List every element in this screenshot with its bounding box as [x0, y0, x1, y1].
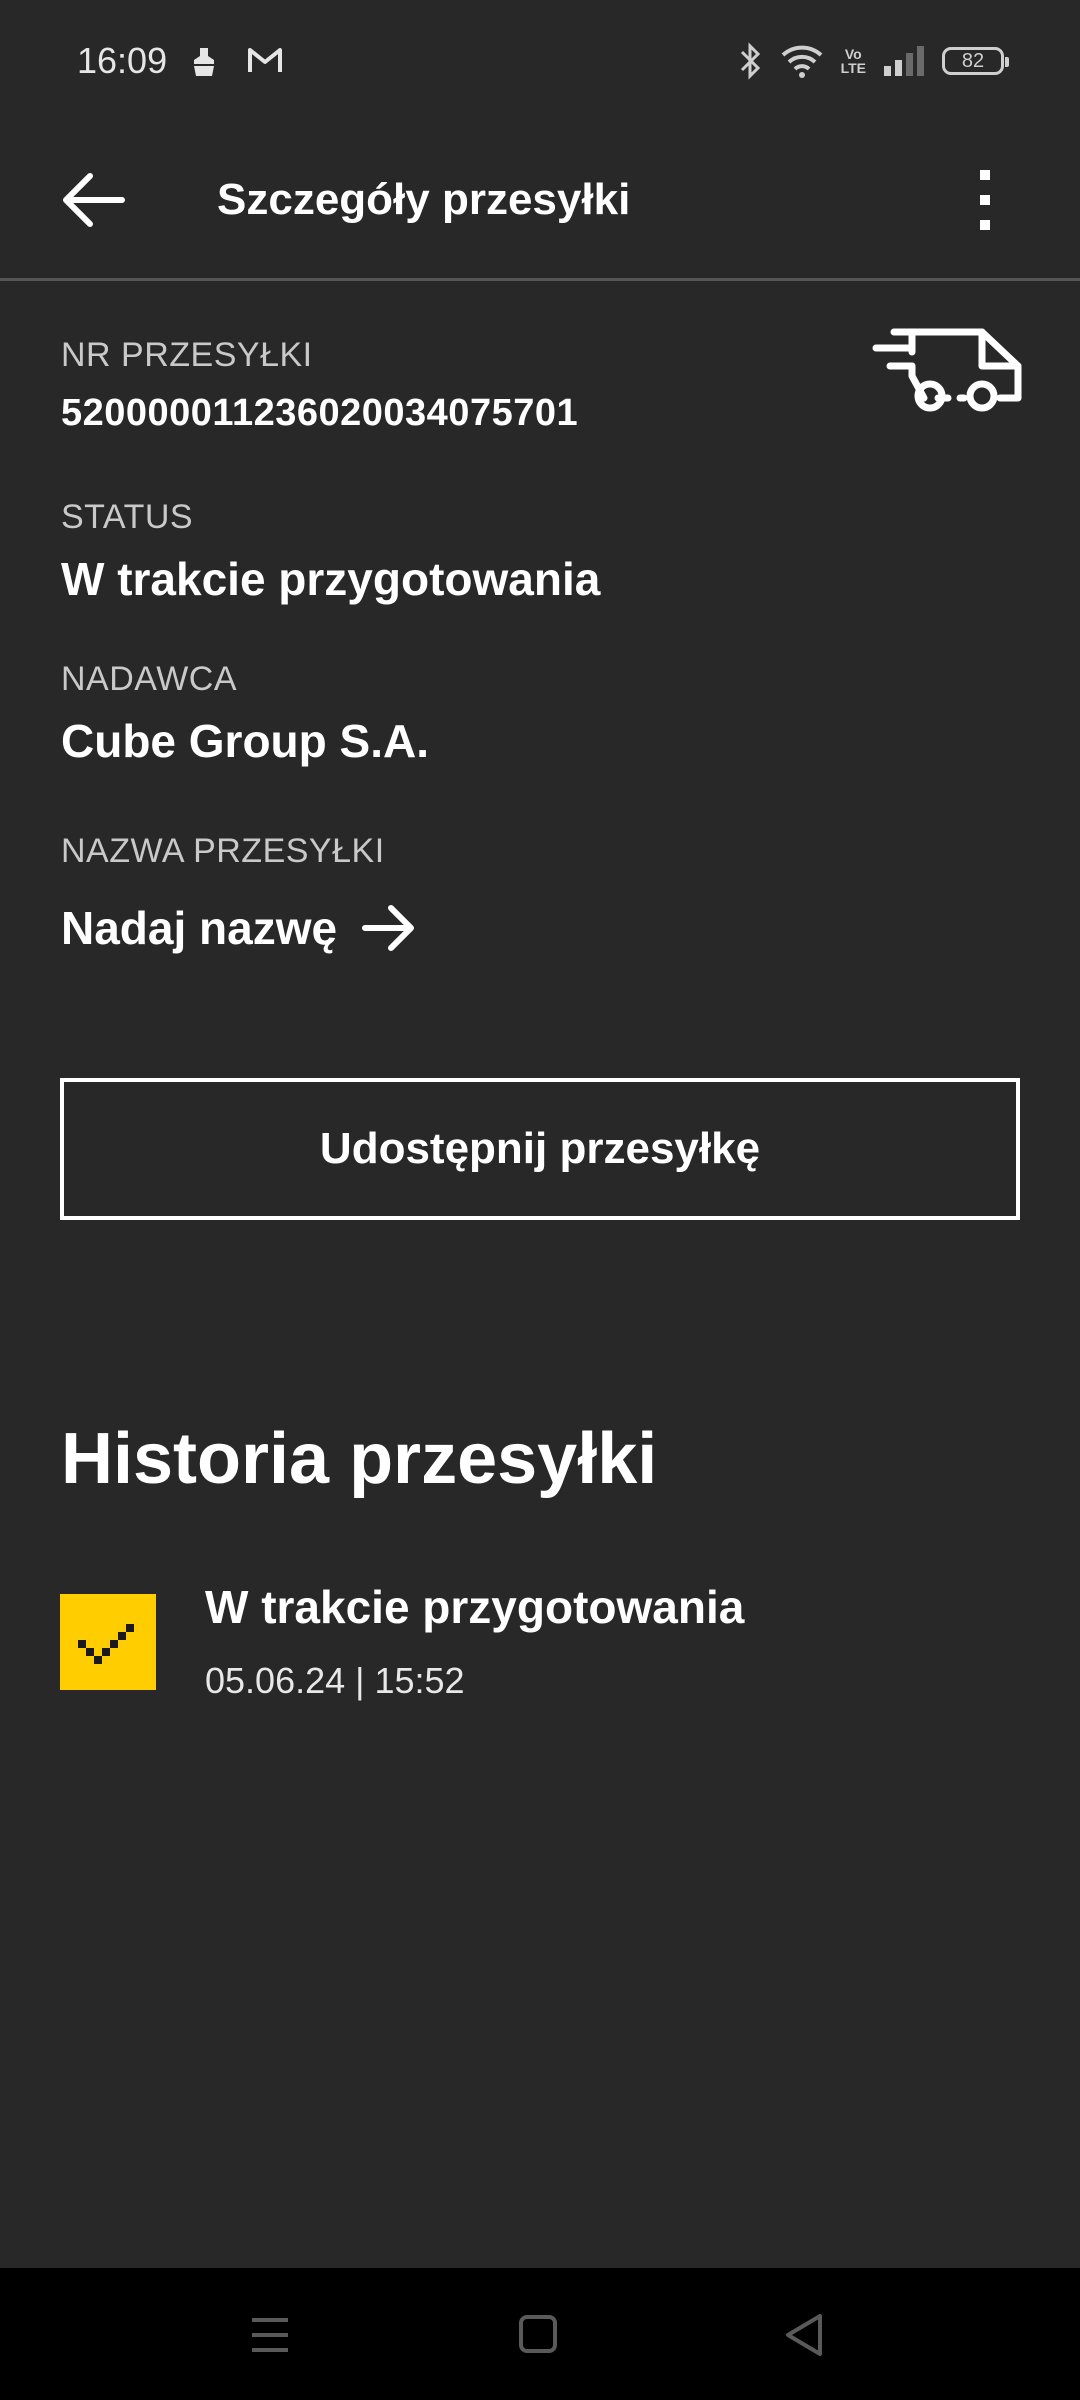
share-shipment-button[interactable]: Udostępnij przesyłkę	[60, 1078, 1020, 1220]
volte-icon: Vo LTE	[841, 47, 866, 75]
status-value: W trakcie przygotowania	[61, 553, 601, 605]
more-options-button[interactable]	[960, 164, 1010, 236]
arrow-right-icon	[362, 905, 415, 951]
set-name-link[interactable]: Nadaj nazwę	[61, 900, 417, 956]
delivery-truck-icon	[872, 328, 1022, 412]
recent-apps-button[interactable]	[240, 2308, 300, 2362]
system-icons: Vo LTE 82	[739, 42, 1009, 80]
shipment-name-label: NAZWA PRZESYŁKI	[61, 832, 385, 870]
sender-value: Cube Group S.A.	[61, 715, 429, 767]
page-title: Szczegóły przesyłki	[217, 175, 631, 224]
gmail-icon	[248, 48, 282, 72]
system-nav-bar	[0, 2268, 1080, 2400]
back-nav-button[interactable]	[776, 2308, 836, 2362]
signal-icon	[884, 46, 924, 76]
cleaner-icon	[194, 48, 214, 76]
home-square-icon	[519, 2315, 557, 2353]
shipment-number-value: 520000011236020034075701	[61, 392, 579, 434]
history-item-title: W trakcie przygotowania	[205, 1581, 745, 1633]
check-icon	[78, 1624, 134, 1664]
more-vert-icon	[980, 170, 990, 230]
arrow-left-icon	[63, 173, 125, 227]
bluetooth-icon	[740, 42, 760, 80]
battery-icon: 82	[942, 47, 1009, 75]
history-status-badge	[60, 1594, 156, 1690]
volte-line2: LTE	[840, 60, 866, 76]
back-button[interactable]	[56, 162, 132, 238]
shipment-number-label: NR PRZESYŁKI	[61, 336, 313, 374]
history-title: Historia przesyłki	[61, 1419, 658, 1499]
home-button[interactable]	[508, 2308, 568, 2362]
wifi-icon	[781, 45, 822, 78]
status-bar: 16:09 Vo LTE 82	[0, 0, 1080, 124]
status-time: 16:09	[77, 40, 168, 81]
triangle-back-icon	[786, 2314, 822, 2356]
volte-line1: Vo	[844, 46, 862, 62]
notification-icons	[188, 44, 284, 80]
history-item: W trakcie przygotowania 05.06.24 | 15:52	[60, 1580, 1020, 1710]
app-bar: Szczegóły przesyłki	[0, 124, 1080, 281]
menu-icon	[252, 2318, 288, 2352]
history-item-date: 05.06.24 | 15:52	[205, 1660, 465, 1701]
sender-label: NADAWCA	[61, 660, 238, 698]
battery-level: 82	[961, 49, 985, 72]
status-label: STATUS	[61, 498, 194, 536]
set-name-label: Nadaj nazwę	[61, 902, 338, 954]
